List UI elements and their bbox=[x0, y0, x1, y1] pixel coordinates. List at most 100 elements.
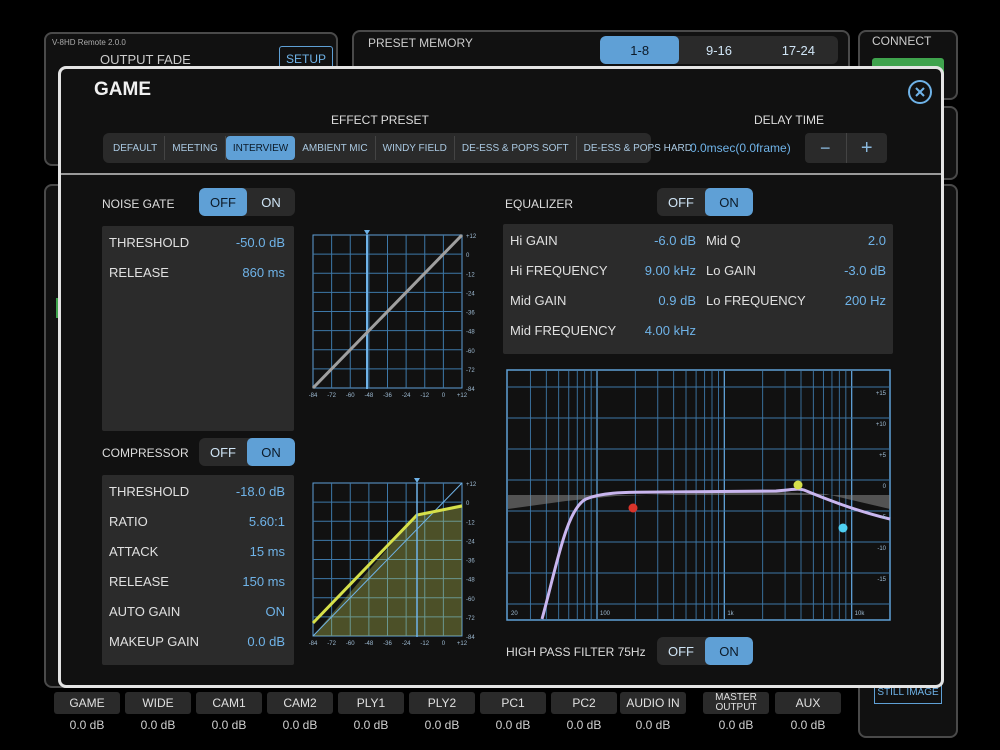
y-tick-label: -48 bbox=[466, 330, 475, 336]
param-value: 9.00 kHz bbox=[644, 263, 696, 278]
compressor-on[interactable]: ON bbox=[247, 438, 295, 466]
channel-pc1[interactable]: PC1 bbox=[480, 692, 546, 714]
preset-interview[interactable]: INTERVIEW bbox=[225, 136, 296, 160]
equalizer-toggle: OFF ON bbox=[657, 188, 753, 216]
delay-time-label: DELAY TIME bbox=[754, 113, 825, 127]
x-tick-label: -12 bbox=[420, 641, 429, 647]
preset-meeting[interactable]: MEETING bbox=[165, 136, 226, 160]
preset-tab-1-8[interactable]: 1-8 bbox=[600, 36, 680, 64]
y-tick-label: -84 bbox=[466, 387, 475, 393]
still-image-label: STILL IMAGE bbox=[877, 686, 939, 698]
compressor-off[interactable]: OFF bbox=[199, 438, 247, 466]
channel-label: PLY2 bbox=[427, 696, 457, 710]
channel-cam1[interactable]: CAM1 bbox=[196, 692, 262, 714]
x-tick-label: -60 bbox=[346, 393, 355, 399]
noise-gate-graph: +12 0 -12 -24 -36 -48 -60 -72 -84 -84 -72 -60 -48 -3… bbox=[309, 230, 477, 399]
y-tick-label: +5 bbox=[879, 453, 887, 459]
x-tick-label: -84 bbox=[309, 393, 318, 399]
param-value: -6.0 dB bbox=[654, 233, 696, 248]
param-label: Hi FREQUENCY bbox=[510, 263, 608, 278]
version-label: V-8HD Remote 2.0.0 bbox=[52, 38, 126, 47]
channel-level: 0.0 dB bbox=[69, 718, 105, 732]
channel-pc2[interactable]: PC2 bbox=[551, 692, 617, 714]
y-tick-label: -60 bbox=[466, 349, 475, 355]
equalizer-off[interactable]: OFF bbox=[657, 188, 705, 216]
noise-gate-off[interactable]: OFF bbox=[199, 188, 247, 216]
param-label: RATIO bbox=[109, 514, 148, 529]
channel-wide[interactable]: WIDE bbox=[125, 692, 191, 714]
eq-lo-point[interactable] bbox=[628, 503, 638, 513]
eq-hi-point[interactable] bbox=[838, 523, 848, 533]
x-tick-label: 20 bbox=[511, 611, 518, 617]
channel-level: 0.0 dB bbox=[566, 718, 602, 732]
channel-label: PC1 bbox=[501, 696, 525, 710]
channel-level: 0.0 dB bbox=[211, 718, 247, 732]
channel-audio-in[interactable]: AUDIO IN bbox=[620, 692, 686, 714]
param-label: MAKEUP GAIN bbox=[109, 634, 200, 649]
channel-game[interactable]: GAME bbox=[54, 692, 120, 714]
high-pass-filter-toggle: OFF ON bbox=[657, 637, 753, 665]
param-value: 15 ms bbox=[249, 544, 285, 559]
x-tick-label: 10k bbox=[855, 611, 866, 617]
hpf-off[interactable]: OFF bbox=[657, 637, 705, 665]
y-tick-label: 0 bbox=[466, 253, 470, 259]
connect-label: CONNECT bbox=[872, 34, 932, 48]
param-label: Mid GAIN bbox=[510, 293, 567, 308]
param-label: THRESHOLD bbox=[109, 484, 190, 499]
preset-de-ess-hard[interactable]: DE-ESS & POPS HARD bbox=[577, 136, 699, 160]
y-tick-label: +10 bbox=[876, 422, 887, 428]
param-label: THRESHOLD bbox=[109, 235, 190, 250]
y-tick-label: -72 bbox=[466, 616, 475, 622]
preset-windy-field[interactable]: WINDY FIELD bbox=[376, 136, 455, 160]
x-tick-label: -24 bbox=[402, 393, 411, 399]
effect-preset-selector: DEFAULT MEETING INTERVIEW AMBIENT MIC WI… bbox=[103, 133, 692, 163]
channel-aux[interactable]: AUX bbox=[775, 692, 841, 714]
delay-time-value: 0.0msec(0.0frame) bbox=[690, 141, 791, 155]
y-tick-label: -12 bbox=[466, 272, 475, 278]
channel-ply1[interactable]: PLY1 bbox=[338, 692, 404, 714]
delay-plus-button[interactable]: + bbox=[847, 133, 888, 163]
y-tick-label: -10 bbox=[877, 546, 886, 552]
x-tick-label: -48 bbox=[365, 641, 374, 647]
noise-gate-on[interactable]: ON bbox=[247, 188, 295, 216]
equalizer-on[interactable]: ON bbox=[705, 188, 753, 216]
param-value: ON bbox=[265, 604, 286, 619]
param-label: AUTO GAIN bbox=[109, 604, 181, 619]
y-tick-label: -12 bbox=[466, 520, 475, 526]
close-circle-icon[interactable] bbox=[907, 79, 933, 105]
preset-tab-17-24[interactable]: 17-24 bbox=[759, 36, 838, 64]
setup-label: SETUP bbox=[285, 52, 326, 66]
channel-label: GAME bbox=[69, 696, 105, 710]
equalizer-label: EQUALIZER bbox=[505, 197, 574, 211]
param-value: 200 Hz bbox=[844, 293, 886, 308]
x-tick-label: -36 bbox=[383, 393, 392, 399]
param-value: 860 ms bbox=[242, 265, 285, 280]
x-tick-label: -60 bbox=[346, 641, 355, 647]
channel-level: 0.0 dB bbox=[140, 718, 176, 732]
x-tick-label: +12 bbox=[457, 641, 468, 647]
preset-ambient-mic[interactable]: AMBIENT MIC bbox=[295, 136, 376, 160]
channel-cam2[interactable]: CAM2 bbox=[267, 692, 333, 714]
x-tick-label: -48 bbox=[365, 393, 374, 399]
param-label: Mid Q bbox=[706, 233, 741, 248]
y-tick-label: +12 bbox=[466, 234, 477, 240]
delay-minus-button[interactable]: − bbox=[805, 133, 847, 163]
effect-preset-label: EFFECT PRESET bbox=[331, 113, 429, 127]
minus-icon: − bbox=[819, 137, 831, 158]
preset-tab-9-16[interactable]: 9-16 bbox=[679, 36, 758, 64]
dialog-title: GAME bbox=[94, 79, 151, 100]
param-value: 0.9 dB bbox=[658, 293, 696, 308]
channel-ply2[interactable]: PLY2 bbox=[409, 692, 475, 714]
ng-y-ticks: +12 0 -12 -24 -36 -48 -60 -72 -84 bbox=[466, 234, 477, 393]
ng-threshold-marker bbox=[364, 230, 370, 235]
channel-label: PC2 bbox=[572, 696, 596, 710]
channel-master-output[interactable]: MASTER OUTPUT bbox=[703, 692, 769, 714]
eq-mid-point[interactable] bbox=[793, 480, 803, 490]
channel-label: PLY1 bbox=[356, 696, 386, 710]
hpf-on[interactable]: ON bbox=[705, 637, 753, 665]
x-tick-label: -84 bbox=[309, 641, 318, 647]
y-tick-label: -36 bbox=[466, 311, 475, 317]
preset-default[interactable]: DEFAULT bbox=[106, 136, 166, 160]
equalizer-graph: +15 +10 +5 0 -5 -10 -15 20 100 1k 10k bbox=[506, 369, 891, 621]
preset-de-ess-soft[interactable]: DE-ESS & POPS SOFT bbox=[455, 136, 577, 160]
